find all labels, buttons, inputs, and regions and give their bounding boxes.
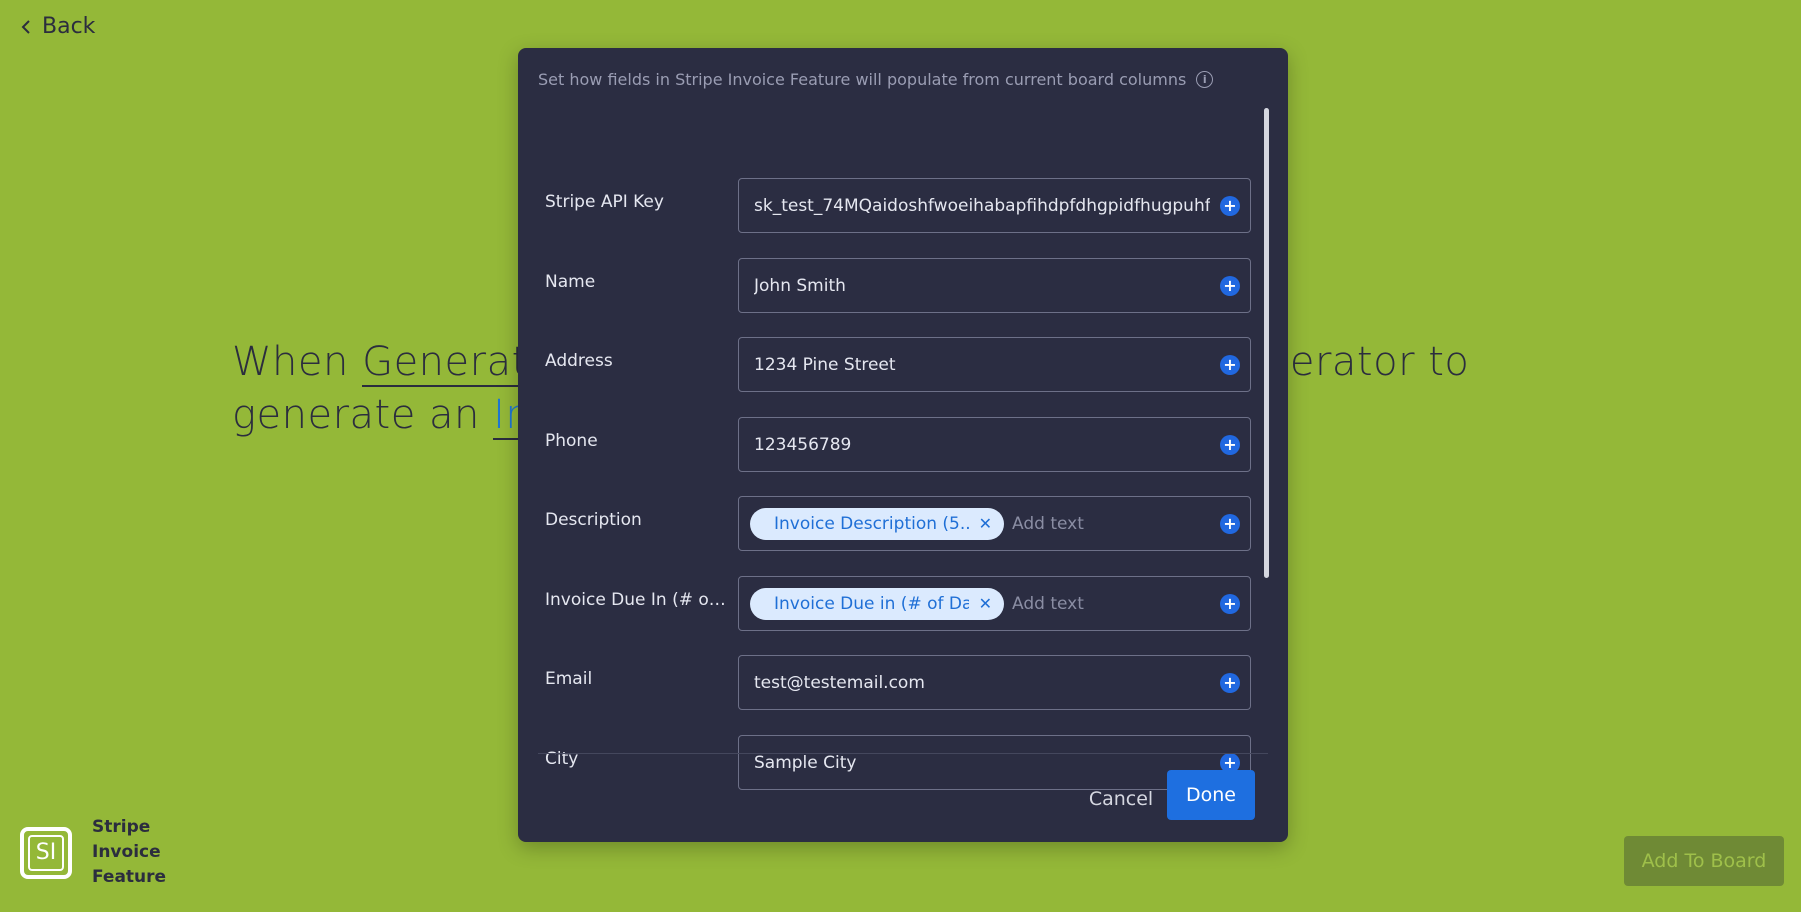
field-label: Description [545,510,642,530]
address-input[interactable]: 1234 Pine Street + [738,337,1251,392]
stripe-api-key-input[interactable]: sk_test_74MQaidoshfwoeihabapfihdpfdhgpid… [738,178,1251,233]
sentence-when: When [232,339,363,385]
phone-input[interactable]: 123456789 + [738,417,1251,472]
field-label: Email [545,669,593,689]
close-icon[interactable]: ✕ [979,594,992,613]
app-name: Stripe Invoice Feature [92,817,167,887]
plus-icon[interactable]: + [1220,435,1240,455]
field-value: 123456789 [754,434,852,455]
plus-icon[interactable]: + [1220,594,1240,614]
field-label: Address [545,351,613,371]
field-label: City [545,749,579,769]
plus-icon[interactable]: + [1220,514,1240,534]
field-value: 1234 Pine Street [754,354,896,375]
add-text-placeholder[interactable]: Add text [1012,514,1084,534]
back-label: Back [42,14,96,39]
plus-icon[interactable]: + [1220,196,1240,216]
app-logo: SI [20,826,72,879]
add-to-board-button[interactable]: Add To Board [1624,836,1784,886]
field-label: Name [545,272,596,292]
email-input[interactable]: test@testemail.com + [738,655,1251,710]
field-value: John Smith [754,275,846,296]
field-row-phone: Phone 123456789 + [518,417,1258,473]
app-logo-initials: SI [35,840,57,865]
field-row-stripe-api-key: Stripe API Key sk_test_74MQaidoshfwoeiha… [518,178,1258,234]
info-icon[interactable]: i [1196,71,1214,88]
plus-icon[interactable]: + [1220,673,1240,693]
chip-label: Invoice Description (5... [774,513,969,534]
field-row-invoice-due: Invoice Due In (# of D... Invoice Due in… [518,576,1258,632]
column-chip[interactable]: Invoice Description (5... ✕ [750,507,1004,540]
add-text-placeholder[interactable]: Add text [1012,594,1084,614]
plus-icon[interactable]: + [1220,276,1240,296]
modal-header-text: Set how fields in Stripe Invoice Feature… [538,70,1187,89]
chip-label: Invoice Due in (# of Da... [774,593,969,614]
invoice-due-input[interactable]: Invoice Due in (# of Da... ✕ Add text + [738,576,1251,631]
field-label: Stripe API Key [545,192,664,212]
plus-icon[interactable]: + [1220,355,1240,375]
field-row-description: Description Invoice Description (5... ✕ … [518,496,1258,552]
chevron-left-icon [21,19,30,34]
back-button[interactable]: Back [20,14,95,39]
field-label: Phone [545,431,598,451]
field-row-name: Name John Smith + [518,258,1258,314]
description-input[interactable]: Invoice Description (5... ✕ Add text + [738,496,1251,551]
cancel-button[interactable]: Cancel [1073,774,1169,824]
sentence-tail: nerator to [1264,339,1470,385]
app-badge: SI Stripe Invoice Feature [20,815,222,890]
close-icon[interactable]: ✕ [979,514,992,533]
sentence-generate: generate an [232,392,494,438]
field-row-address: Address 1234 Pine Street + [518,337,1258,393]
recipe-sentence: When Generate nerator to generate an Inv [232,336,1469,442]
footer-divider [538,753,1268,754]
field-value: Sample City [754,752,857,773]
done-button[interactable]: Done [1167,770,1255,820]
field-label: Invoice Due In (# of D... [545,590,730,610]
field-row-email: Email test@testemail.com + [518,655,1258,711]
modal-scrollbar[interactable] [1264,108,1269,578]
column-chip[interactable]: Invoice Due in (# of Da... ✕ [750,587,1004,620]
field-value: sk_test_74MQaidoshfwoeihabapfihdpfdhgpid… [754,195,1210,216]
modal-header: Set how fields in Stripe Invoice Feature… [538,70,1214,89]
field-mapping-modal: Set how fields in Stripe Invoice Feature… [518,48,1288,842]
field-value: test@testemail.com [754,672,925,693]
name-input[interactable]: John Smith + [738,258,1251,313]
